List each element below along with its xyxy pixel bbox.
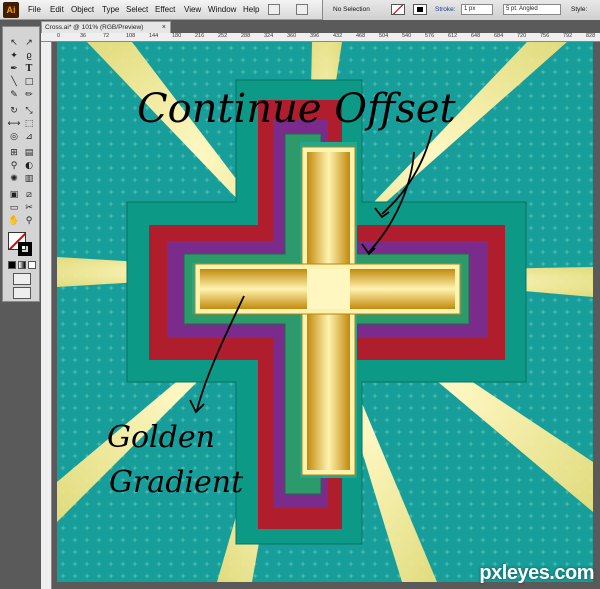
blend-tool-icon[interactable]: ◐ [22, 160, 36, 172]
document-title: Cross.ai* @ 101% (RGB/Preview) [45, 24, 144, 31]
vertical-ruler[interactable] [41, 42, 52, 589]
menu-edit[interactable]: Edit [50, 5, 64, 14]
app-logo: Ai [3, 2, 19, 18]
ruler-tick: 648 [471, 33, 481, 39]
rectangle-tool-icon[interactable]: □ [22, 76, 36, 88]
ruler-tick: 396 [310, 33, 320, 39]
style-label: Style: [571, 6, 588, 13]
stroke-label: Stroke: [435, 6, 456, 13]
annotation-gradient: Gradient [109, 465, 244, 500]
magic-wand-tool-icon[interactable]: ✦ [7, 50, 21, 62]
ruler-tick: 540 [402, 33, 412, 39]
rotate-tool-icon[interactable]: ↻ [7, 105, 21, 117]
horizontal-ruler[interactable]: 0 36 72 108 144 180 216 252 288 324 360 396 432 468 50… [41, 33, 600, 42]
selection-tool-icon[interactable]: ↖ [7, 37, 21, 49]
selection-status: No Selection [333, 6, 370, 13]
slice-tool-icon[interactable]: ⧄ [22, 189, 36, 201]
ruler-tick: 108 [126, 33, 136, 39]
ruler-tick: 828 [586, 33, 596, 39]
annotation-continue-offset: Continue Offset [137, 86, 457, 132]
line-tool-icon[interactable]: ╲ [7, 76, 21, 88]
pencil-tool-icon[interactable]: ✏ [22, 89, 36, 101]
width-tool-icon[interactable]: ⟷ [7, 118, 21, 130]
artboard-tool-icon[interactable]: ▣ [7, 189, 21, 201]
gradient-tool-icon[interactable]: ▤ [22, 147, 36, 159]
stroke-swatch[interactable] [413, 4, 427, 15]
symbol-sprayer-tool-icon[interactable]: ✺ [7, 173, 21, 185]
ruler-tick: 0 [57, 33, 61, 39]
control-panel: No Selection Stroke: 1 px 5 pt. Angled S… [322, 0, 600, 20]
ruler-tick: 432 [333, 33, 343, 39]
artwork: Continue Offset Golden Gradient [57, 42, 593, 582]
graph-tool-icon[interactable]: ▥ [22, 173, 36, 185]
document-tab[interactable]: Cross.ai* @ 101% (RGB/Preview) × [41, 21, 171, 33]
ruler-tick: 612 [448, 33, 458, 39]
stroke-color-box[interactable] [18, 242, 32, 256]
bridge-icon[interactable] [268, 4, 280, 15]
lasso-tool-icon[interactable]: ϱ [22, 50, 36, 62]
watermark: pxleyes.com [479, 562, 594, 584]
none-mode-icon[interactable] [28, 261, 36, 269]
ruler-tick: 360 [287, 33, 297, 39]
ruler-tick: 720 [517, 33, 527, 39]
close-tab-icon[interactable]: × [162, 22, 166, 33]
ruler-tick: 324 [264, 33, 274, 39]
gradient-mode-icon[interactable] [18, 261, 26, 269]
menu-effect[interactable]: Effect [155, 5, 175, 14]
ruler-tick: 72 [103, 33, 110, 39]
ruler-tick: 504 [379, 33, 389, 39]
menu-window[interactable]: Window [208, 5, 236, 14]
screen-mode-icon[interactable] [13, 287, 31, 299]
annotation-golden: Golden [107, 420, 215, 455]
ruler-tick: 180 [172, 33, 182, 39]
color-mode-icon[interactable] [8, 261, 16, 269]
menu-bar: Ai File Edit Object Type Select Effect V… [0, 0, 600, 20]
canvas[interactable]: Continue Offset Golden Gradient pxleyes.… [52, 42, 600, 589]
hand-tool-icon[interactable]: ✋ [7, 215, 21, 227]
tools-panel: ↖ ↗ ✦ ϱ ✒ T ╲ □ ✎ ✏ ↻ ⤡ ⟷ ⬚ ◎ ⊿ ⊞ ▤ ⚲ ◐ … [2, 26, 40, 302]
ruler-tick: 756 [540, 33, 550, 39]
shape-builder-tool-icon[interactable]: ◎ [7, 131, 21, 143]
eyedropper-tool-icon[interactable]: ⚲ [7, 160, 21, 172]
eraser-tool-icon[interactable]: ▭ [7, 202, 21, 214]
type-tool-icon[interactable]: T [22, 63, 36, 75]
menu-select[interactable]: Select [126, 5, 148, 14]
menu-type[interactable]: Type [102, 5, 119, 14]
scissors-tool-icon[interactable]: ✂ [22, 202, 36, 214]
menu-view[interactable]: View [184, 5, 201, 14]
menu-file[interactable]: File [28, 5, 41, 14]
ruler-tick: 216 [195, 33, 205, 39]
ruler-tick: 468 [356, 33, 366, 39]
paintbrush-tool-icon[interactable]: ✎ [7, 89, 21, 101]
arrange-documents-icon[interactable] [296, 4, 308, 15]
free-transform-tool-icon[interactable]: ⬚ [22, 118, 36, 130]
mesh-tool-icon[interactable]: ⊞ [7, 147, 21, 159]
scale-tool-icon[interactable]: ⤡ [22, 105, 36, 117]
zoom-tool-icon[interactable]: ⚲ [22, 215, 36, 227]
ruler-tick: 576 [425, 33, 435, 39]
direct-selection-tool-icon[interactable]: ↗ [22, 37, 36, 49]
ruler-tick: 36 [80, 33, 87, 39]
perspective-grid-tool-icon[interactable]: ⊿ [22, 131, 36, 143]
ruler-tick: 144 [149, 33, 159, 39]
pen-tool-icon[interactable]: ✒ [7, 63, 21, 75]
ruler-tick: 792 [563, 33, 573, 39]
draw-mode-icon[interactable] [13, 273, 31, 285]
ruler-tick: 288 [241, 33, 251, 39]
menu-help[interactable]: Help [243, 5, 259, 14]
stroke-weight-field[interactable]: 1 px [461, 4, 493, 15]
ruler-tick: 684 [494, 33, 504, 39]
ruler-tick: 252 [218, 33, 228, 39]
brush-definition-field[interactable]: 5 pt. Angled [503, 4, 561, 15]
fill-swatch[interactable] [391, 4, 405, 15]
menu-object[interactable]: Object [71, 5, 94, 14]
